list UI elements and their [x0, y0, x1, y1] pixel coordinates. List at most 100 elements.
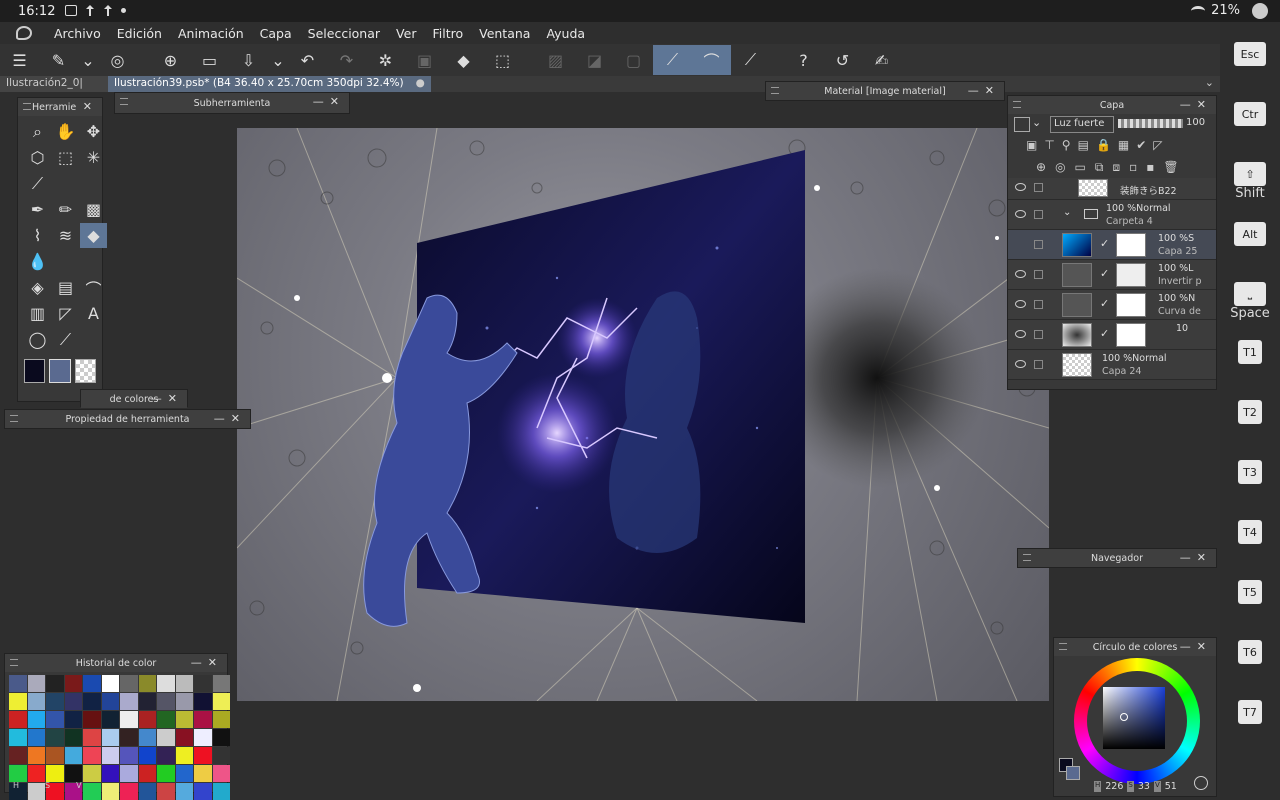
color-history-swatch[interactable]	[138, 693, 156, 710]
color-history-swatch[interactable]	[157, 711, 175, 728]
color-history-swatch[interactable]	[212, 729, 230, 746]
color-history-swatch[interactable]	[157, 693, 175, 710]
color-history-swatch[interactable]	[138, 783, 156, 800]
layer-folder-row[interactable]: ⌄ 100 %Normal Carpeta 4	[1008, 200, 1216, 230]
zoom-tool-icon[interactable]: ⌕	[24, 119, 51, 144]
new-vector-layer-icon[interactable]: ◎	[1055, 160, 1065, 178]
blend-mode-select[interactable]: Luz fuerte	[1050, 116, 1114, 133]
color-history-swatch[interactable]	[101, 747, 119, 764]
eye-icon[interactable]	[1015, 300, 1026, 308]
color-mode-icon[interactable]	[1194, 776, 1208, 790]
shape-tool-icon[interactable]: ⌒	[80, 275, 107, 300]
t3-key[interactable]: T3	[1238, 460, 1262, 484]
color-history-swatch[interactable]	[46, 747, 64, 764]
layer-draft-icon[interactable]: ▤	[1078, 138, 1089, 156]
balloon-tool-icon[interactable]: ◯	[24, 327, 51, 352]
color-history-swatch[interactable]	[46, 711, 64, 728]
chevron-down-icon[interactable]: ⌄	[1032, 116, 1041, 129]
color-history-swatch[interactable]	[194, 765, 212, 782]
layer-paper-icon[interactable]: ▣	[1026, 138, 1037, 156]
color-history-swatch[interactable]	[64, 765, 82, 782]
color-history-swatch[interactable]	[120, 747, 138, 764]
color-history-swatch[interactable]	[212, 765, 230, 782]
transparent-color-swatch[interactable]	[74, 359, 96, 383]
menu-ventana[interactable]: Ventana	[471, 26, 538, 41]
color-history-swatch[interactable]	[175, 783, 193, 800]
menu-ayuda[interactable]: Ayuda	[538, 26, 593, 41]
color-history-swatch[interactable]	[212, 783, 230, 800]
auto-select-tool-icon[interactable]: ✳	[80, 145, 107, 170]
navigator-controls-icon[interactable]: —✕	[1180, 551, 1212, 564]
color-history-swatch[interactable]	[101, 675, 119, 692]
snap-grid-icon[interactable]: ⟋	[731, 45, 770, 75]
space-key-icon[interactable]: ⎵	[1234, 282, 1266, 306]
ctrl-key[interactable]: Ctr	[1234, 102, 1266, 126]
help-icon[interactable]: ?	[784, 45, 823, 75]
loading-icon[interactable]: ✲	[366, 45, 405, 75]
layer-checkbox[interactable]	[1034, 183, 1043, 192]
layer-row[interactable]: 100 %Normal Capa 24	[1008, 350, 1216, 380]
save-icon[interactable]: ⇩	[229, 45, 268, 75]
color-history-swatch[interactable]	[157, 765, 175, 782]
menu-archivo[interactable]: Archivo	[46, 26, 109, 41]
layer-mask-enable-icon[interactable]: ✔	[1136, 138, 1146, 156]
color-history-swatch[interactable]	[9, 747, 27, 764]
folder-expand-chevron-icon[interactable]: ⌄	[1063, 207, 1071, 218]
color-history-swatch[interactable]	[120, 711, 138, 728]
color-history-grip-icon[interactable]	[10, 659, 18, 666]
layer-lock-icon[interactable]: 🔒	[1096, 138, 1111, 156]
reset-icon[interactable]: ↺	[823, 45, 862, 75]
color-history-swatch[interactable]	[101, 693, 119, 710]
tabs-chevron-down-icon[interactable]: ⌄	[1205, 76, 1214, 89]
color-history-swatch[interactable]	[138, 711, 156, 728]
color-history-swatch[interactable]	[175, 693, 193, 710]
open-folder-icon[interactable]: ▭	[190, 45, 229, 75]
layer-ruler-icon[interactable]: ◸	[1153, 138, 1162, 156]
eye-icon[interactable]	[1015, 330, 1026, 338]
menu-seleccionar[interactable]: Seleccionar	[300, 26, 388, 41]
color-history-swatch[interactable]	[27, 765, 45, 782]
material-grip-icon[interactable]	[771, 87, 779, 94]
color-wheel-grip-icon[interactable]	[1059, 643, 1067, 650]
clip-studio-icon[interactable]: ◎	[98, 45, 137, 75]
hand-tool-icon[interactable]: ✋	[52, 119, 79, 144]
layer-row[interactable]: ✓ 100 %L Invertir p	[1008, 260, 1216, 290]
layer-row[interactable]: 装飾きらB22	[1008, 178, 1216, 200]
new-folder-icon[interactable]: ▭	[1075, 160, 1086, 178]
t6-key[interactable]: T6	[1238, 640, 1262, 664]
layer-row[interactable]: ✓ 100 %S Capa 25	[1008, 230, 1216, 260]
color-history-swatch[interactable]	[64, 693, 82, 710]
opacity-slider[interactable]	[1118, 119, 1183, 128]
mask-layer-icon[interactable]: ▪	[1146, 160, 1154, 178]
color-history-swatch[interactable]	[194, 675, 212, 692]
color-history-swatch[interactable]	[175, 675, 193, 692]
esc-key[interactable]: Esc	[1234, 42, 1266, 66]
layer-row[interactable]: ✓ 100 %N Curva de	[1008, 290, 1216, 320]
color-wheel-controls-icon[interactable]: —✕	[1180, 640, 1212, 653]
color-history-swatch[interactable]	[175, 711, 193, 728]
color-history-swatch[interactable]	[194, 711, 212, 728]
color-history-swatch[interactable]	[157, 783, 175, 800]
t1-key[interactable]: T1	[1238, 340, 1262, 364]
correct-line-tool-icon[interactable]: ⟋	[52, 327, 79, 352]
color-history-swatch[interactable]	[194, 693, 212, 710]
color-history-swatch[interactable]	[175, 747, 193, 764]
invert-selection-icon[interactable]: ◪	[575, 45, 614, 75]
t4-key[interactable]: T4	[1238, 520, 1262, 544]
new-icon[interactable]: ✎	[39, 45, 78, 75]
color-history-swatch[interactable]	[101, 711, 119, 728]
object-tool-icon[interactable]: ⬡	[24, 145, 51, 170]
color-history-swatch[interactable]	[46, 675, 64, 692]
color-history-swatch[interactable]	[157, 675, 175, 692]
layer-panel-controls-icon[interactable]: —✕	[1180, 98, 1212, 111]
layer-checkbox[interactable]	[1034, 300, 1043, 309]
airbrush-tool-icon[interactable]: ≋	[52, 223, 79, 248]
color-history-swatch[interactable]	[9, 711, 27, 728]
edit-icon[interactable]: ✍	[862, 45, 901, 75]
color-history-swatch[interactable]	[64, 729, 82, 746]
saturation-value-square[interactable]	[1103, 687, 1165, 749]
color-history-swatch[interactable]	[27, 747, 45, 764]
sub-color-swatch[interactable]	[49, 359, 71, 383]
tool-property-controls-icon[interactable]: —✕	[214, 412, 246, 425]
artwork-canvas[interactable]	[237, 128, 1049, 701]
